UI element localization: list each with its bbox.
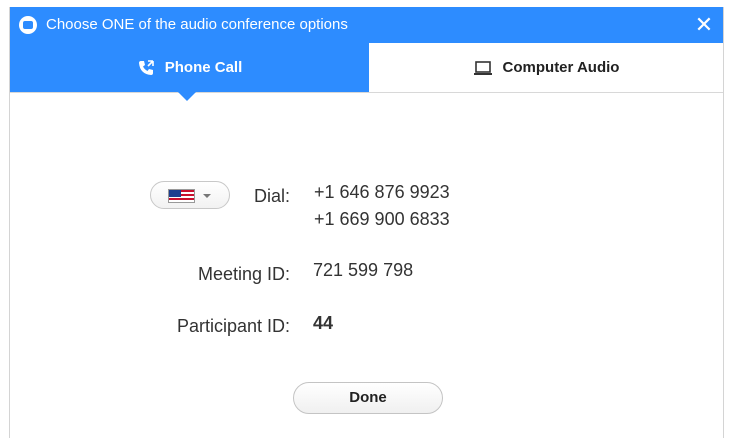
dialog-title: Choose ONE of the audio conference optio…	[46, 16, 348, 33]
chevron-down-icon	[203, 194, 211, 198]
title-bar: Choose ONE of the audio conference optio…	[10, 7, 723, 43]
selected-tab-indicator	[178, 92, 196, 101]
participant-id-label: Participant ID:	[176, 316, 290, 336]
tab-phone-call[interactable]: Phone Call	[10, 43, 369, 92]
us-flag-icon	[168, 189, 195, 203]
phone-call-icon	[137, 59, 155, 77]
dial-number-1: +1 646 876 9923	[314, 182, 450, 202]
dial-number-2: +1 669 900 6833	[314, 209, 450, 229]
participant-id-value: 44	[313, 313, 334, 333]
country-selector[interactable]	[150, 181, 230, 209]
audio-options-dialog: Choose ONE of the audio conference optio…	[9, 7, 724, 438]
done-button[interactable]: Done	[293, 382, 443, 414]
dial-label: Dial:	[253, 186, 290, 206]
zoom-app-icon	[19, 16, 37, 34]
tab-phone-call-label: Phone Call	[164, 59, 243, 76]
tab-computer-audio-label: Computer Audio	[502, 59, 620, 76]
close-icon[interactable]: ✕	[691, 12, 717, 38]
meeting-id-value: 721 599 798	[313, 260, 414, 280]
audio-tabs: Phone Call Computer Audio	[10, 43, 723, 101]
meeting-id-label: Meeting ID:	[197, 264, 290, 284]
laptop-icon	[473, 60, 493, 76]
tab-computer-audio[interactable]: Computer Audio	[369, 43, 723, 92]
